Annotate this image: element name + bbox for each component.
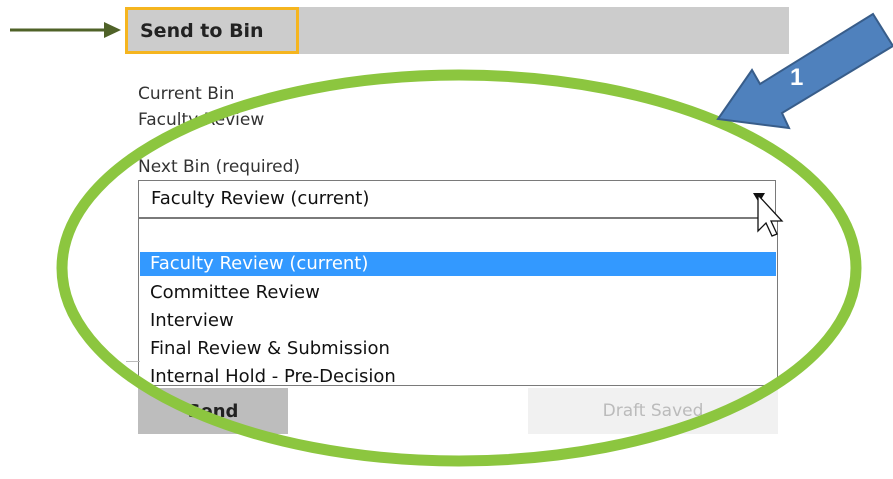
pointer-arrow [10, 22, 121, 38]
step-number: 1 [790, 64, 804, 91]
current-bin-value: Faculty Review [138, 110, 265, 130]
dropdown-option[interactable]: Internal Hold - Pre-Decision [140, 365, 776, 389]
dropdown-option[interactable]: Interview [140, 309, 776, 333]
send-button[interactable]: Send [138, 388, 288, 434]
draft-saved-button: Draft Saved [528, 388, 778, 434]
next-bin-label: Next Bin (required) [138, 157, 301, 177]
chevron-down-icon[interactable] [753, 193, 765, 203]
next-bin-select[interactable]: Faculty Review (current) [138, 180, 776, 218]
next-bin-selected-value: Faculty Review (current) [151, 188, 370, 209]
current-bin-label: Current Bin [138, 84, 235, 104]
dropdown-option[interactable]: Faculty Review (current) [140, 252, 776, 276]
dropdown-option[interactable]: Committee Review [140, 281, 776, 305]
dropdown-option[interactable]: Final Review & Submission [140, 337, 776, 361]
divider [126, 361, 140, 362]
next-bin-dropdown-list: Faculty Review (current) Committee Revie… [138, 218, 778, 389]
send-to-bin-title: Send to Bin [125, 7, 299, 54]
